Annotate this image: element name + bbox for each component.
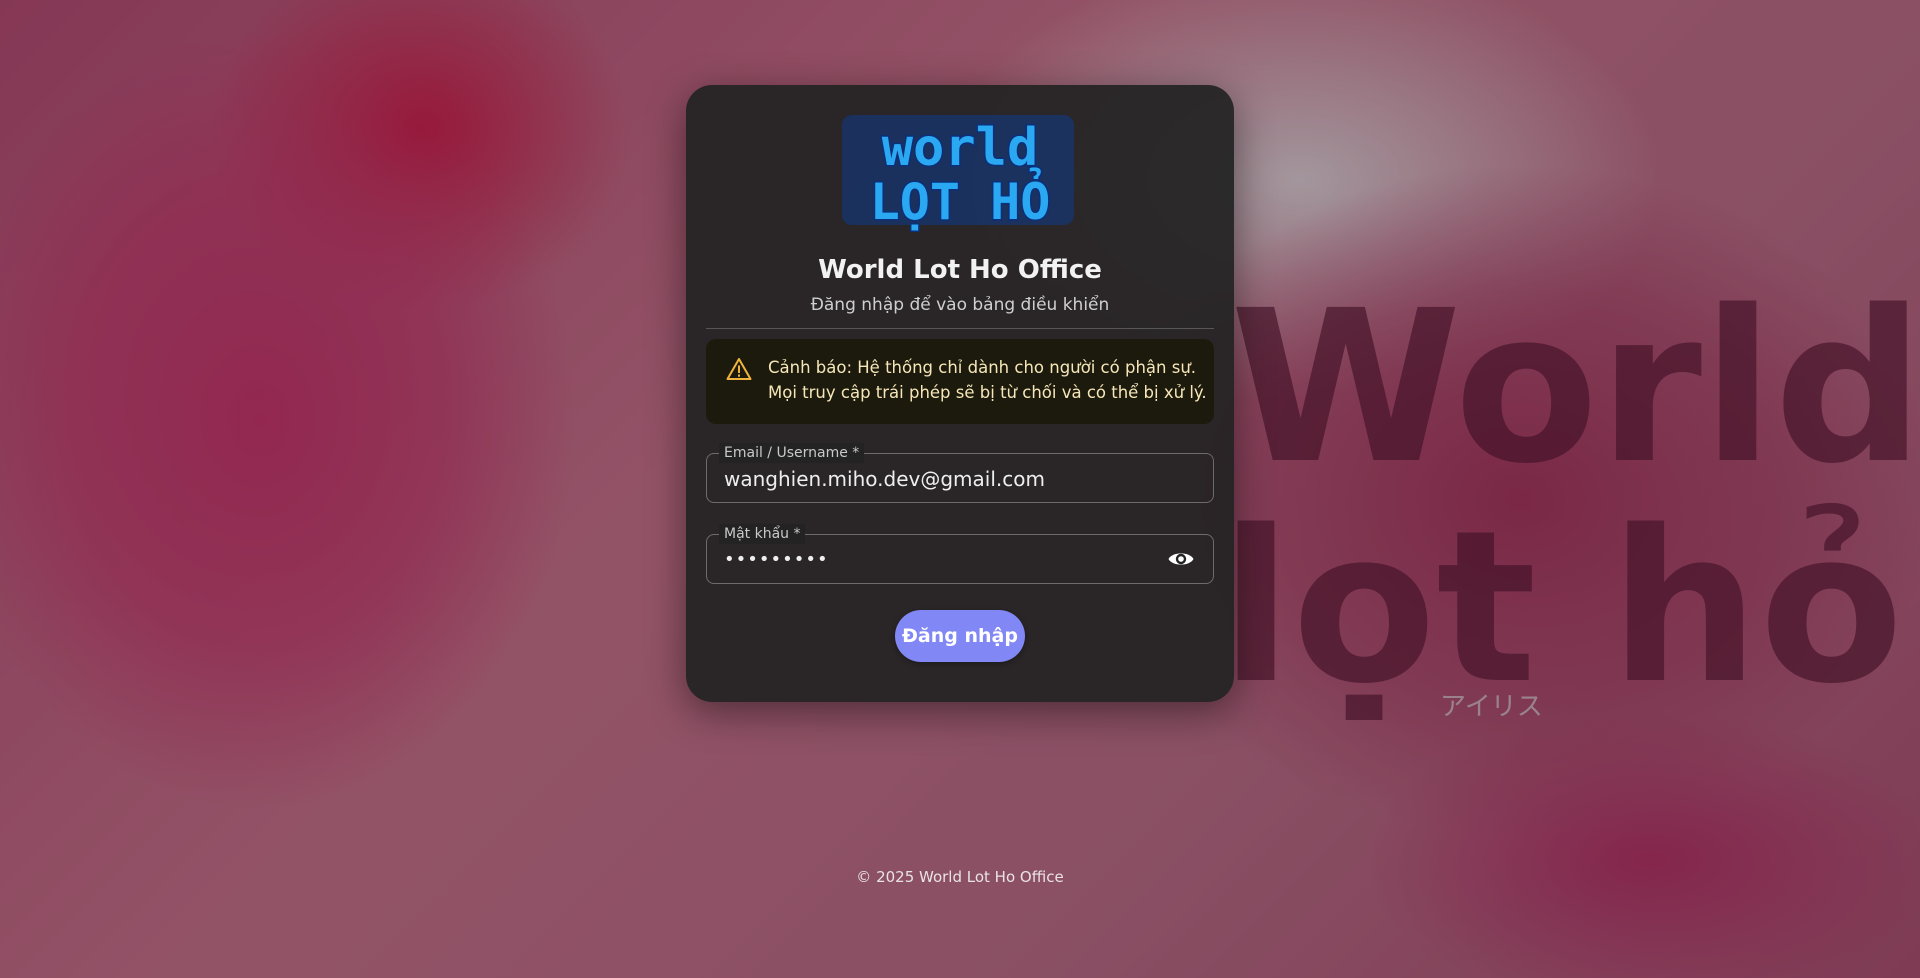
warning-line-1: Cảnh báo: Hệ thống chỉ dành cho người có… <box>768 358 1197 377</box>
login-button[interactable]: Đăng nhập <box>895 610 1025 662</box>
warning-alert: Cảnh báo: Hệ thống chỉ dành cho người có… <box>706 339 1214 424</box>
footer-copyright: © 2025 World Lot Ho Office <box>856 868 1064 886</box>
warning-message: Cảnh báo: Hệ thống chỉ dành cho người có… <box>768 355 1208 405</box>
password-field[interactable]: Mật khẩu * ••••••••• <box>706 524 1214 584</box>
logo-text-line1: world <box>882 118 1039 178</box>
logo-text-line2: LỌT HỎ <box>870 167 1051 231</box>
email-field[interactable]: Email / Username * wanghien.miho.dev@gma… <box>706 443 1214 503</box>
eye-icon[interactable] <box>1167 548 1195 570</box>
login-card: world LỌT HỎ World Lot Ho Office Đăng nh… <box>686 85 1234 702</box>
password-input[interactable]: ••••••••• <box>724 548 829 572</box>
password-field-label: Mật khẩu * <box>719 524 806 544</box>
app-subtitle: Đăng nhập để vào bảng điều khiển <box>810 295 1110 315</box>
email-input[interactable]: wanghien.miho.dev@gmail.com <box>724 467 1045 491</box>
divider <box>706 328 1214 329</box>
app-logo: world LỌT HỎ <box>842 115 1074 233</box>
app-title: World Lot Ho Office <box>818 255 1102 285</box>
warning-line-2: Mọi truy cập trái phép sẽ bị từ chối và … <box>768 383 1207 402</box>
email-field-label: Email / Username * <box>719 443 865 463</box>
warning-triangle-icon <box>726 358 752 380</box>
